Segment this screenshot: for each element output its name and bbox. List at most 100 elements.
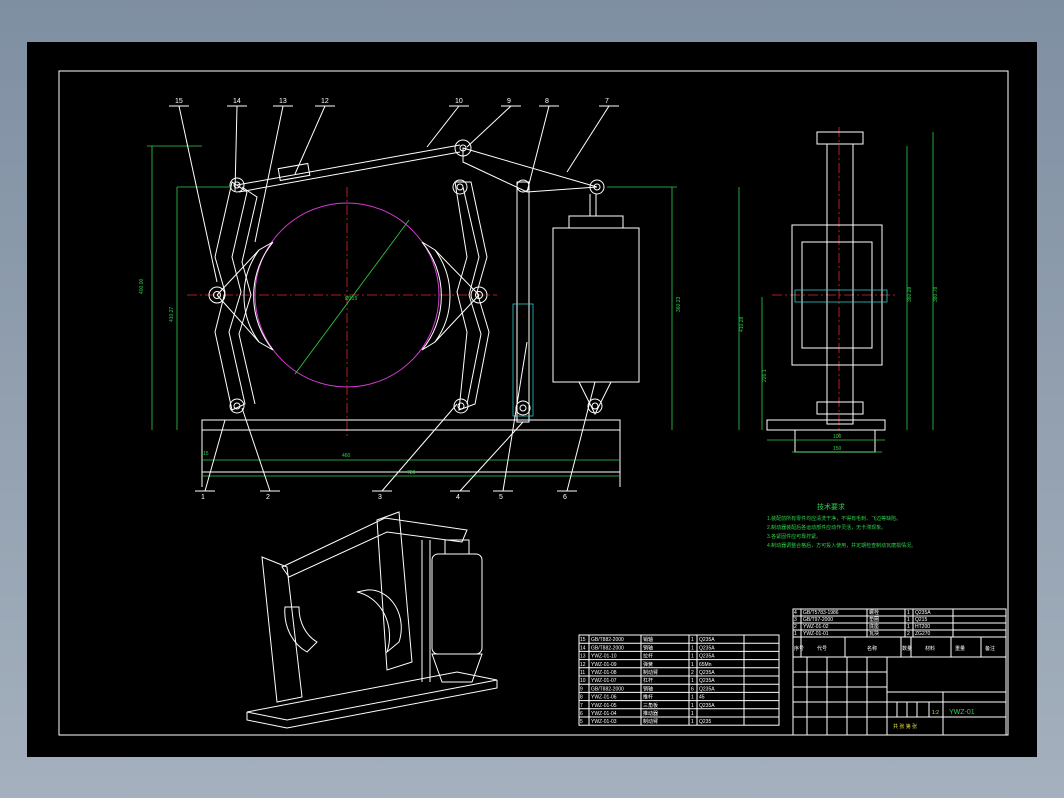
left-shoe xyxy=(243,241,274,351)
parts-cell-qty: 1 xyxy=(691,703,694,709)
tech-requirements: 技术要求 1.装配前所有零件均应清洗干净，不得有毛刺、飞边等缺陷。 2.制动器装… xyxy=(767,502,916,549)
parts-cell-name: 制动臂 xyxy=(643,669,658,676)
parts-cell-no: 5 xyxy=(580,719,583,725)
parts-cell-mat: 45 xyxy=(699,695,705,701)
leader-line xyxy=(566,105,610,173)
parts-cell-qty: 1 xyxy=(907,610,910,616)
parts-cell-no: 9 xyxy=(580,686,583,692)
parts-cell-qty: 1 xyxy=(691,678,694,684)
parts-cell-no: 11 xyxy=(580,670,585,676)
parts-cell-mat: Q235A xyxy=(699,670,715,676)
parts-cell-code: YWZ-01-06 xyxy=(591,695,617,701)
cad-window: Ø315 400.00 410.27 360.23 460 720 15 1 2… xyxy=(0,0,1064,798)
parts-cell-code: YWZ-01-07 xyxy=(591,678,617,684)
parts-cell-mat: Q235A xyxy=(699,645,715,651)
tech-line-1: 1.装配前所有零件均应清洗干净，不得有毛刺、飞边等缺陷。 xyxy=(767,515,901,522)
head-mat: 材料 xyxy=(925,645,935,652)
drawing-canvas[interactable]: Ø315 400.00 410.27 360.23 460 720 15 1 2… xyxy=(27,42,1037,757)
tech-line-4: 4.制动器调整合格后，方可投入使用，并定期检查制动瓦磨损情况。 xyxy=(767,542,916,549)
tech-line-3: 3.各紧固件应可靠拧紧。 xyxy=(767,533,821,540)
side-dim-h3: 380.78 xyxy=(933,286,939,302)
dim-h2: 410.27 xyxy=(169,306,175,322)
balloon-label: 7 xyxy=(605,98,609,105)
parts-cell-name: 弹簧 xyxy=(643,661,653,668)
parts-cell-no: 2 xyxy=(794,624,797,630)
drawing-sheet: Ø315 400.00 410.27 360.23 460 720 15 1 2… xyxy=(27,42,1037,757)
parts-cell-code: GB/T882-2000 xyxy=(591,637,624,643)
parts-cell-name: 推动器 xyxy=(643,710,658,717)
parts-cell-name: 拉杆 xyxy=(643,653,653,660)
balloon-label: 10 xyxy=(455,98,463,105)
parts-list-left: 15 GB/T882-2000 销轴 1 Q235A14 GB/T882-2000 销轴 1 Q… xyxy=(578,634,780,726)
tech-line-2: 2.制动器装配后各运动部件应动作灵活，无卡滞现象。 xyxy=(767,524,886,531)
balloon-label: 8 xyxy=(545,98,549,105)
leader-line xyxy=(459,421,524,492)
scale: 1:2 xyxy=(932,710,939,716)
parts-cell-no: 15 xyxy=(580,637,586,643)
tech-title: 技术要求 xyxy=(817,502,845,511)
parts-cell-code: GB/T97-2000 xyxy=(803,617,833,623)
parts-cell-code: YWZ-01-02 xyxy=(803,624,829,630)
parts-cell-name: 杠杆 xyxy=(643,677,653,684)
side-dim-h4: 226.1 xyxy=(762,369,768,382)
parts-cell-mat: Q215 xyxy=(915,617,927,623)
parts-cell-qty: 2 xyxy=(907,631,910,637)
parts-cell-name: 瓦块 xyxy=(869,630,879,637)
leader-line xyxy=(566,381,596,492)
parts-cell-name: 三角板 xyxy=(643,702,658,709)
parts-cell-qty: 1 xyxy=(691,662,694,668)
parts-cell-name: 制动臂 xyxy=(643,718,658,725)
balloon-label: 9 xyxy=(507,98,511,105)
leader-line xyxy=(381,403,458,492)
parts-cell-code: GB/T882-2000 xyxy=(591,645,624,651)
thruster-body xyxy=(552,227,640,383)
parts-cell-mat: Q235A xyxy=(915,610,931,616)
sheet-info: 共 张 第 张 xyxy=(893,723,917,730)
balloon-label: 2 xyxy=(266,494,270,501)
side-dim-w2: 150 xyxy=(833,446,842,452)
parts-cell-mat: Q235A xyxy=(699,637,715,643)
parts-cell-name: 销轴 xyxy=(643,685,653,692)
parts-cell-code: YWZ-01-04 xyxy=(591,711,617,717)
base xyxy=(201,429,621,473)
parts-cell-qty: 1 xyxy=(691,654,694,660)
parts-cell-code: YWZ-01-09 xyxy=(591,662,617,668)
parts-cell-no: 13 xyxy=(580,654,586,660)
head-note: 备注 xyxy=(985,645,995,652)
parts-cell-mat: Q235 xyxy=(699,719,711,725)
side-dim-h1: 410.28 xyxy=(739,316,745,332)
parts-cell-code: YWZ-01-01 xyxy=(803,631,829,637)
parts-cell-code: GB/T5783-1986 xyxy=(803,610,839,616)
parts-cell-qty: 1 xyxy=(691,711,694,717)
balloon-label: 5 xyxy=(499,494,503,501)
parts-cell-no: 14 xyxy=(580,645,586,651)
dim-d1: 460 xyxy=(342,453,351,459)
thruster-cap xyxy=(568,215,624,229)
left-arm xyxy=(214,181,248,411)
parts-cell-mat: Q235A xyxy=(699,686,715,692)
balloon-label: 15 xyxy=(175,98,183,105)
title-block: 序号 代号 名称 数量 材料 重量 备注 YWZ-01 1:2 共 张 第 张 xyxy=(792,636,1007,736)
head-name: 名称 xyxy=(867,645,877,652)
parts-cell-name: 销轴 xyxy=(643,636,653,643)
head-weight: 重量 xyxy=(955,645,965,652)
balloon-label: 4 xyxy=(456,494,460,501)
parts-cell-name: 螺栓 xyxy=(869,609,879,616)
parts-cell-name: 垫圈 xyxy=(869,616,879,623)
balloon-label: 6 xyxy=(563,494,567,501)
triangle-lever xyxy=(462,147,598,193)
part-balloons: 1 2 3 4 5 67891012131415 xyxy=(169,98,619,501)
parts-cell-qty: 1 xyxy=(907,624,910,630)
balloon-label: 3 xyxy=(378,494,382,501)
balloon-label: 13 xyxy=(279,98,287,105)
side-view: 410.28 226.1 360.28 380.78 100 150 xyxy=(738,127,939,453)
spring-adjuster xyxy=(277,162,311,182)
leader-line xyxy=(426,105,460,148)
parts-cell-code: YWZ-01-05 xyxy=(591,703,617,709)
balloon-label: 1 xyxy=(201,494,205,501)
leader-line xyxy=(234,105,238,193)
right-shoe xyxy=(421,241,451,351)
inner-frame xyxy=(58,70,1009,736)
push-rod xyxy=(516,181,530,423)
right-arm xyxy=(454,181,490,411)
